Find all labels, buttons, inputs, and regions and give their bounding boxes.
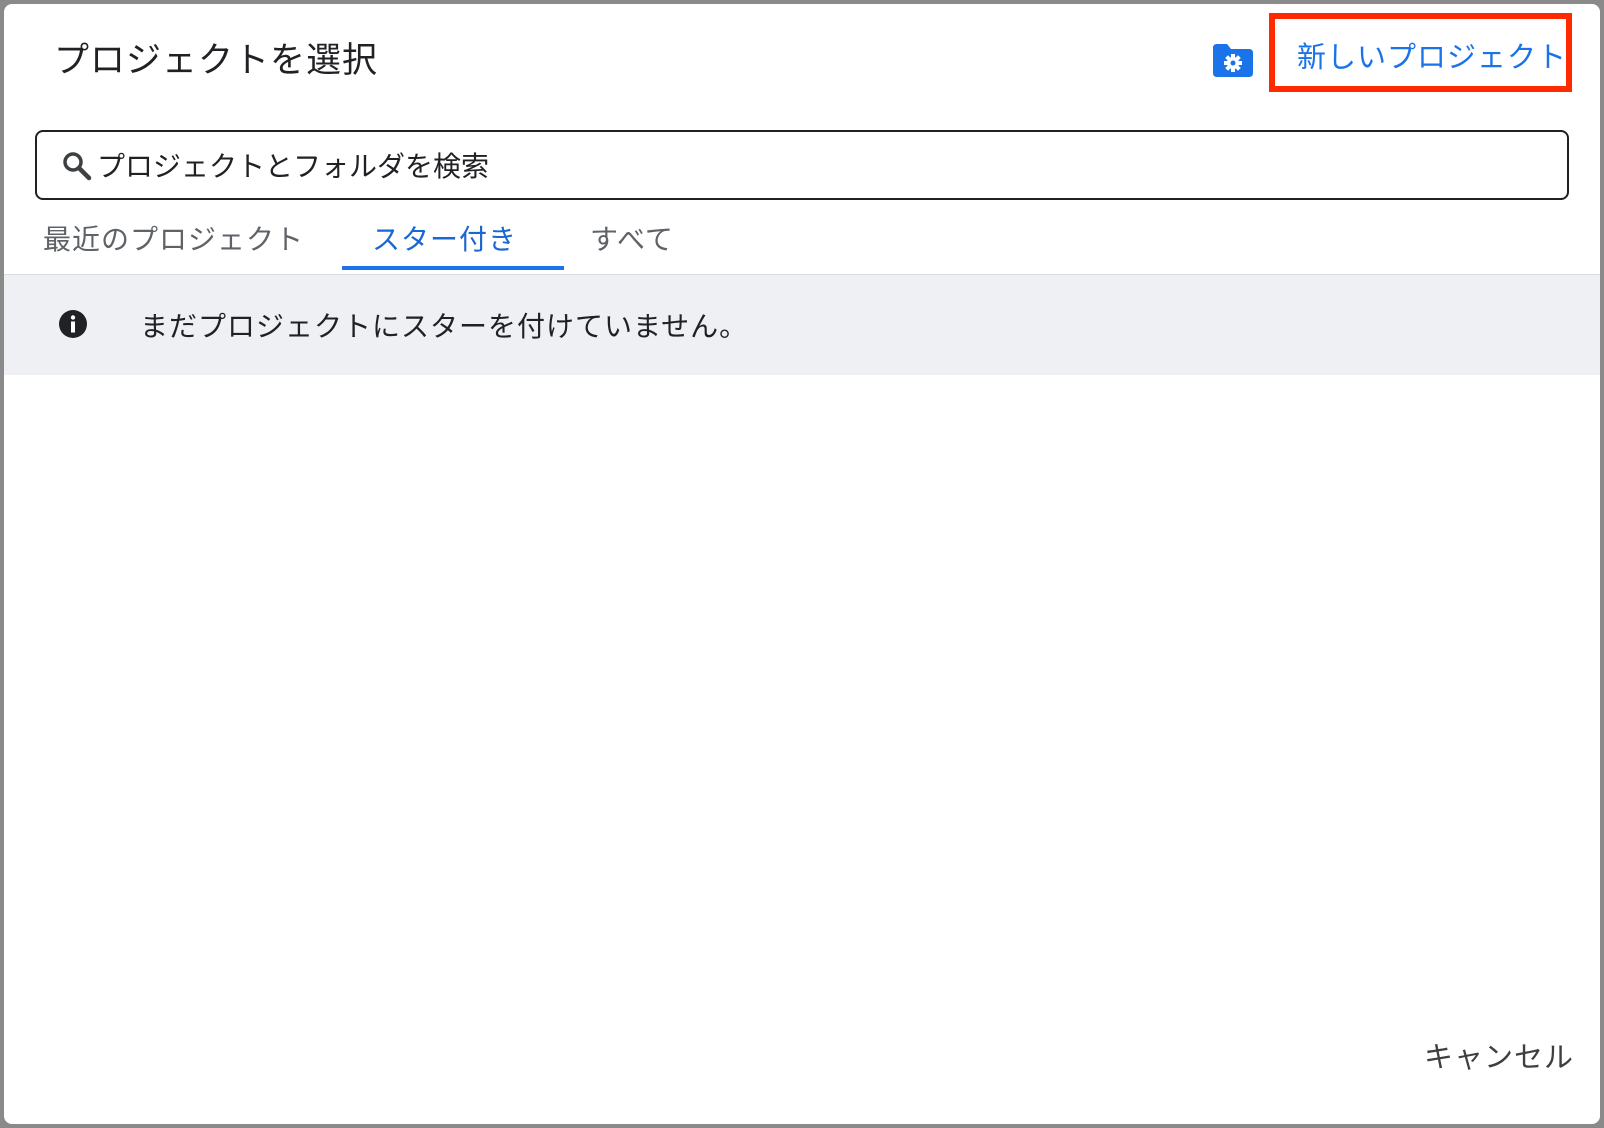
search-icon: [63, 152, 92, 181]
active-tab-indicator: [342, 266, 564, 270]
search-input[interactable]: [95, 140, 1539, 192]
tab-starred[interactable]: スター付き: [372, 218, 517, 258]
select-project-dialog: プロジェクトを選択 新しいプロジェクト 最近のプロジェクト スター付き すべて: [4, 4, 1600, 1124]
cancel-button[interactable]: キャンセル: [1424, 1034, 1574, 1076]
info-banner: まだプロジェクトにスターを付けていません。: [4, 275, 1600, 375]
new-project-button[interactable]: 新しいプロジェクト: [1297, 34, 1567, 76]
folder-settings-icon[interactable]: [1211, 42, 1255, 78]
tab-all[interactable]: すべて: [590, 218, 674, 258]
dialog-title: プロジェクトを選択: [54, 41, 379, 81]
tab-bar: 最近のプロジェクト スター付き すべて: [4, 204, 1600, 275]
info-message: まだプロジェクトにスターを付けていません。: [140, 310, 749, 343]
search-box[interactable]: [35, 130, 1569, 200]
tab-recent-projects[interactable]: 最近のプロジェクト: [43, 218, 304, 258]
info-icon: [59, 310, 87, 338]
